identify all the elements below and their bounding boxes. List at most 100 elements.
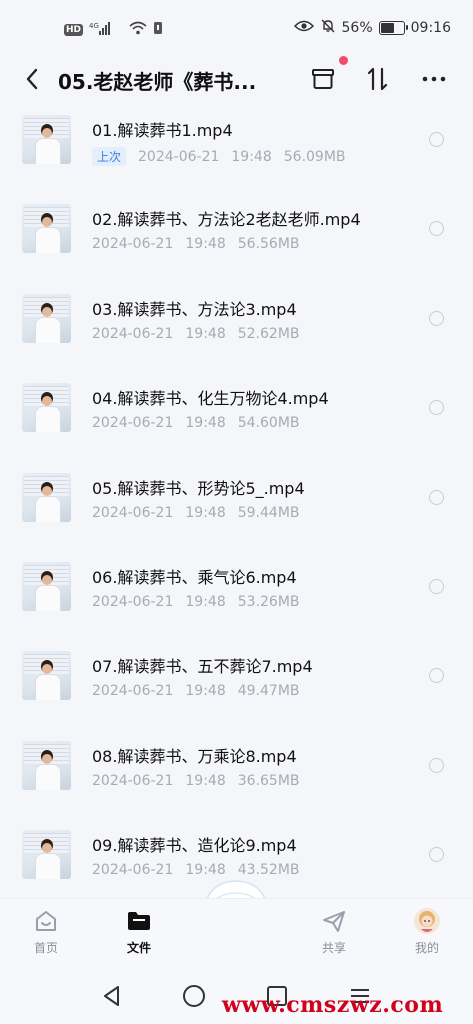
mute-bell-icon bbox=[320, 18, 336, 38]
video-thumbnail bbox=[22, 561, 71, 611]
clock: 09:16 bbox=[410, 20, 451, 36]
file-name: 01.解读葬书1.mp4 bbox=[92, 121, 233, 140]
file-row[interactable]: 04.解读葬书、化生万物论4.mp4 2024-06-21 19:48 54.60MB bbox=[0, 372, 473, 461]
file-size: 56.56MB bbox=[237, 236, 300, 253]
status-left: HD 4G bbox=[64, 20, 163, 39]
video-thumbnail bbox=[22, 830, 71, 880]
file-time: 19:48 bbox=[185, 772, 226, 789]
file-row[interactable]: 08.解读葬书、万乘论8.mp4 2024-06-21 19:48 36.65MB bbox=[0, 730, 473, 819]
file-row[interactable]: 07.解读葬书、五不葬论7.mp4 2024-06-21 19:48 49.47MB bbox=[0, 640, 473, 729]
video-thumbnail bbox=[22, 651, 71, 701]
file-row[interactable]: 03.解读葬书、方法论3.mp4 2024-06-21 19:48 52.62MB bbox=[0, 283, 473, 372]
file-date: 2024-06-21 bbox=[92, 772, 174, 789]
file-time: 19:48 bbox=[185, 683, 226, 700]
file-name: 03.解读葬书、方法论3.mp4 bbox=[92, 299, 297, 319]
battery-percent: 56% bbox=[341, 20, 373, 36]
file-time: 19:48 bbox=[185, 415, 226, 432]
select-radio[interactable] bbox=[429, 310, 444, 326]
hd-badge: HD bbox=[64, 23, 84, 36]
sort-button[interactable] bbox=[361, 62, 395, 96]
select-radio[interactable] bbox=[429, 132, 444, 147]
file-row[interactable]: 01.解读葬书1.mp4 上次 2024-06-21 19:48 56.09MB bbox=[0, 104, 473, 193]
thumbnail-face bbox=[42, 485, 52, 496]
file-meta: 2024-06-21 19:48 49.47MB bbox=[92, 683, 300, 699]
nav-mine[interactable]: 我的 bbox=[397, 907, 457, 956]
thumbnail-face bbox=[42, 753, 52, 764]
video-thumbnail bbox=[22, 204, 71, 254]
select-radio[interactable] bbox=[429, 668, 444, 684]
file-date: 2024-06-21 bbox=[92, 862, 174, 879]
select-radio[interactable] bbox=[429, 489, 444, 505]
home-icon bbox=[36, 911, 56, 931]
file-date: 2024-06-21 bbox=[92, 504, 174, 521]
sort-icon bbox=[367, 67, 388, 91]
thumbnail-face bbox=[42, 574, 52, 585]
file-meta: 2024-06-21 19:48 36.65MB bbox=[92, 773, 300, 789]
file-meta: 2024-06-21 19:48 56.56MB bbox=[92, 236, 300, 252]
file-size: 54.60MB bbox=[237, 415, 300, 432]
thumbnail-shirt bbox=[35, 138, 61, 164]
status-bar: HD 4G 56% 09:16 bbox=[0, 0, 473, 58]
nav-label-mine: 我的 bbox=[414, 941, 439, 955]
file-time: 19:48 bbox=[185, 593, 226, 610]
home-circle-icon[interactable] bbox=[182, 984, 206, 1008]
nav-label-files: 文件 bbox=[126, 941, 151, 955]
file-date: 2024-06-21 bbox=[92, 593, 174, 610]
watermark: www.cmszwz.com bbox=[222, 992, 444, 1018]
more-icon bbox=[422, 76, 446, 82]
status-right: 56% 09:16 bbox=[293, 18, 451, 38]
wifi-icon bbox=[129, 20, 147, 39]
video-thumbnail bbox=[22, 740, 71, 790]
file-name: 09.解读葬书、造化论9.mp4 bbox=[92, 836, 297, 856]
file-meta: 2024-06-21 19:48 59.44MB bbox=[92, 505, 300, 521]
thumbnail-face bbox=[42, 128, 52, 138]
signal-icon: 4G bbox=[89, 21, 123, 39]
battery-fill bbox=[380, 23, 395, 33]
file-date: 2024-06-21 bbox=[92, 325, 174, 342]
last-played-badge: 上次 bbox=[92, 147, 127, 166]
file-size: 59.44MB bbox=[237, 504, 300, 521]
nav-home[interactable]: 首页 bbox=[16, 907, 76, 956]
file-date: 2024-06-21 bbox=[92, 236, 174, 253]
file-time: 19:48 bbox=[231, 148, 272, 165]
file-size: 49.47MB bbox=[237, 683, 300, 700]
file-size: 53.26MB bbox=[237, 593, 300, 610]
file-name: 05.解读葬书、形势论5_.mp4 bbox=[92, 478, 305, 498]
file-meta: 2024-06-21 19:48 54.60MB bbox=[92, 415, 300, 431]
thumbnail-shirt bbox=[35, 853, 61, 880]
file-date: 2024-06-21 bbox=[138, 148, 220, 165]
select-radio[interactable] bbox=[429, 400, 444, 416]
select-radio[interactable] bbox=[429, 757, 444, 773]
file-row[interactable]: 06.解读葬书、乘气论6.mp4 2024-06-21 19:48 53.26MB bbox=[0, 551, 473, 640]
more-button[interactable] bbox=[417, 62, 451, 96]
back-button[interactable] bbox=[20, 64, 48, 94]
nav-files[interactable]: 文件 bbox=[109, 907, 169, 956]
file-size: 52.62MB bbox=[237, 325, 300, 342]
header: 05.老赵老师《葬书... bbox=[0, 56, 473, 104]
file-meta: 2024-06-21 19:48 53.26MB bbox=[92, 594, 300, 610]
archive-button[interactable] bbox=[306, 62, 340, 96]
notification-dot bbox=[339, 56, 348, 65]
folder-icon bbox=[128, 912, 150, 930]
nav-share[interactable]: 共享 bbox=[304, 907, 364, 956]
thumbnail-shirt bbox=[35, 495, 61, 522]
select-radio[interactable] bbox=[429, 221, 444, 237]
thumbnail-shirt bbox=[35, 674, 61, 701]
select-radio[interactable] bbox=[429, 847, 444, 863]
file-time: 19:48 bbox=[185, 236, 226, 253]
video-thumbnail bbox=[22, 293, 71, 343]
thumbnail-shirt bbox=[35, 763, 61, 790]
eye-icon bbox=[293, 19, 314, 37]
back-triangle-icon[interactable] bbox=[100, 984, 124, 1008]
archive-icon bbox=[312, 69, 334, 89]
file-name: 02.解读葬书、方法论2老赵老师.mp4 bbox=[92, 210, 361, 230]
file-meta: 2024-06-21 19:48 52.62MB bbox=[92, 326, 300, 342]
chevron-left-icon bbox=[26, 68, 38, 90]
network-type: 4G bbox=[89, 22, 99, 30]
file-time: 19:48 bbox=[185, 504, 226, 521]
select-radio[interactable] bbox=[429, 578, 444, 594]
file-row[interactable]: 02.解读葬书、方法论2老赵老师.mp4 2024-06-21 19:48 56.56… bbox=[0, 193, 473, 282]
video-thumbnail bbox=[22, 472, 71, 522]
file-row[interactable]: 05.解读葬书、形势论5_.mp4 2024-06-21 19:48 59.44MB bbox=[0, 462, 473, 551]
file-date: 2024-06-21 bbox=[92, 415, 174, 432]
